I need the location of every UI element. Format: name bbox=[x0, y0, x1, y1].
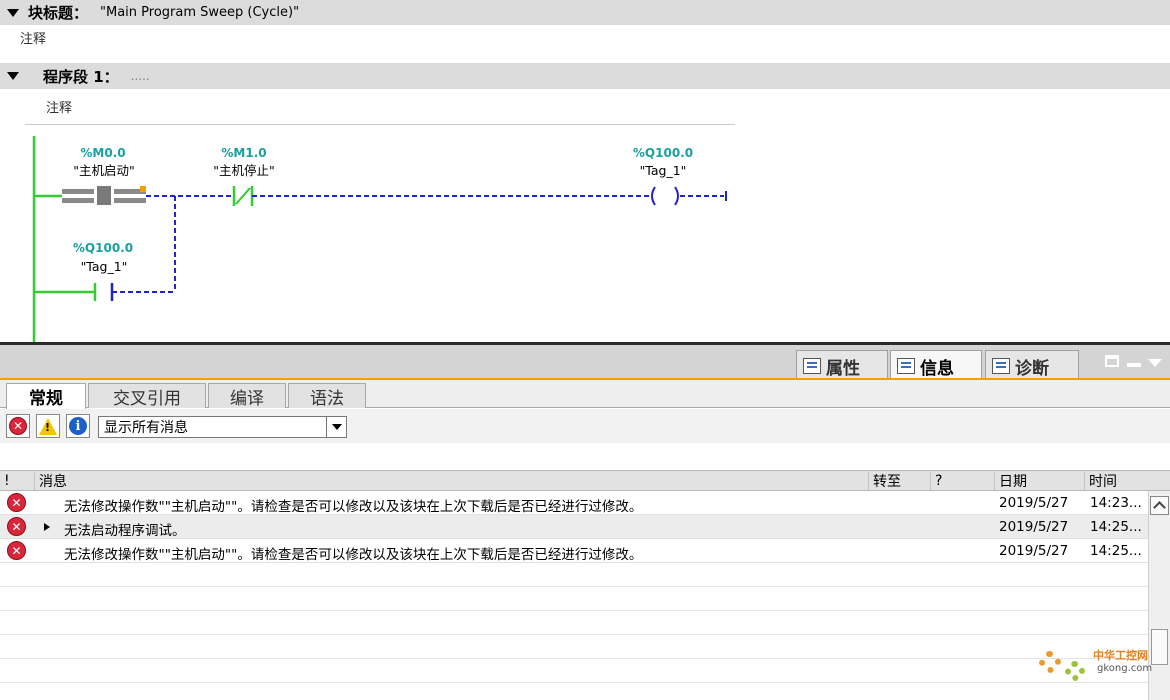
comment-divider bbox=[25, 124, 735, 125]
warning-icon: ! bbox=[39, 417, 57, 435]
column-time[interactable]: 时间 bbox=[1084, 472, 1148, 490]
message-date: 2019/5/27 bbox=[999, 519, 1069, 535]
error-icon: ✕ bbox=[7, 517, 26, 536]
block-comment[interactable]: 注释 bbox=[20, 28, 46, 47]
message-text: 无法启动程序调试。 bbox=[64, 523, 186, 539]
block-title-label: 块标题： bbox=[28, 4, 89, 22]
tab-syntax[interactable]: 语法 bbox=[288, 383, 366, 409]
tab-cross-reference[interactable]: 交叉引用 bbox=[88, 383, 206, 409]
inspector-window: 属性 信息 诊断 常规 交叉引用 编译 语法 ✕ ! i 显示所有消息 ! 消息… bbox=[0, 342, 1170, 700]
block-title-bar[interactable]: 块标题： "Main Program Sweep (Cycle)" bbox=[0, 0, 1170, 25]
empty-row bbox=[0, 563, 1148, 587]
gear-icon bbox=[1065, 661, 1085, 681]
collapse-triangle-icon[interactable] bbox=[7, 8, 19, 17]
network-comment[interactable]: 注释 bbox=[46, 97, 72, 116]
block-title-value[interactable]: "Main Program Sweep (Cycle)" bbox=[100, 5, 299, 20]
message-time: 14:25... bbox=[1090, 543, 1142, 559]
contact-address: %M1.0 bbox=[221, 146, 266, 160]
tab-diagnostics[interactable]: 诊断 bbox=[985, 350, 1079, 381]
contact-address: %M0.0 bbox=[80, 146, 125, 160]
contact-m0-0[interactable]: %M0.0 "主机启动" bbox=[62, 146, 146, 206]
tab-properties[interactable]: 属性 bbox=[796, 350, 888, 381]
table-row[interactable]: ✕ 无法启动程序调试。 2019/5/27 14:25... bbox=[0, 515, 1148, 539]
status-marker bbox=[140, 186, 146, 192]
message-filter-select[interactable]: 显示所有消息 bbox=[98, 416, 347, 438]
collapse-triangle-icon[interactable] bbox=[7, 72, 19, 80]
message-date: 2019/5/27 bbox=[999, 543, 1069, 559]
scroll-up-icon[interactable] bbox=[1150, 496, 1169, 515]
column-goto[interactable]: 转至 bbox=[868, 472, 930, 490]
coil-tag-name: "Tag_1" bbox=[640, 163, 687, 178]
tab-info[interactable]: 信息 bbox=[890, 350, 982, 381]
show-warnings-button[interactable]: ! bbox=[36, 414, 60, 438]
gear-icon bbox=[1039, 651, 1061, 673]
ladder-diagram: %M0.0 "主机启动" %M1.0 "主机停止" %Q100.0 "Tag_1… bbox=[32, 136, 727, 342]
contact-address: %Q100.0 bbox=[73, 241, 133, 255]
info-sub-tabs: 常规 交叉引用 编译 语法 bbox=[0, 380, 1170, 409]
chevron-down-icon[interactable] bbox=[326, 417, 346, 437]
network-title-value[interactable]: ..... bbox=[131, 69, 150, 83]
message-table: ! 消息 转至 ? 日期 时间 ✕ 无法修改操作数""主机启动""。请检查是否可… bbox=[0, 470, 1170, 700]
filter-toolbar: ✕ ! i 显示所有消息 bbox=[0, 409, 1170, 443]
message-time: 14:23... bbox=[1090, 495, 1142, 511]
chevron-down-icon[interactable] bbox=[1148, 359, 1162, 367]
show-info-button[interactable]: i bbox=[66, 414, 90, 438]
column-date[interactable]: 日期 bbox=[994, 472, 1084, 490]
inspector-header: 属性 信息 诊断 bbox=[0, 345, 1170, 381]
properties-icon bbox=[803, 358, 821, 374]
empty-row bbox=[0, 611, 1148, 635]
message-date: 2019/5/27 bbox=[999, 495, 1069, 511]
message-text: 无法修改操作数""主机启动""。请检查是否可以修改以及该块在上次下载后是否已经进… bbox=[64, 547, 643, 563]
table-header: ! 消息 转至 ? 日期 时间 bbox=[0, 470, 1170, 491]
network-label: 程序段 1： bbox=[43, 67, 119, 86]
error-icon: ✕ bbox=[7, 493, 26, 512]
info-icon bbox=[897, 358, 915, 374]
message-text: 无法修改操作数""主机启动""。请检查是否可以修改以及该块在上次下载后是否已经进… bbox=[64, 499, 643, 515]
show-errors-button[interactable]: ✕ bbox=[6, 414, 30, 438]
tab-compile[interactable]: 编译 bbox=[208, 383, 286, 409]
coil-address: %Q100.0 bbox=[633, 146, 693, 160]
empty-row bbox=[0, 635, 1148, 659]
contact-tag-name: "Tag_1" bbox=[81, 259, 128, 274]
network-title-bar[interactable]: 程序段 1： ..... bbox=[0, 63, 1170, 89]
error-icon: ✕ bbox=[9, 417, 27, 435]
table-row[interactable]: ✕ 无法修改操作数""主机启动""。请检查是否可以修改以及该块在上次下载后是否已… bbox=[0, 491, 1148, 515]
minimize-icon[interactable] bbox=[1127, 363, 1141, 367]
contact-tag-name: "主机停止" bbox=[213, 163, 275, 178]
restore-window-icon[interactable] bbox=[1105, 355, 1119, 367]
error-icon: ✕ bbox=[7, 541, 26, 560]
empty-row bbox=[0, 659, 1148, 683]
table-row[interactable]: ✕ 无法修改操作数""主机启动""。请检查是否可以修改以及该块在上次下载后是否已… bbox=[0, 539, 1148, 563]
program-editor: 块标题： "Main Program Sweep (Cycle)" 注释 程序段… bbox=[0, 0, 1170, 342]
expand-arrow-icon[interactable] bbox=[44, 523, 50, 531]
message-time: 14:25... bbox=[1090, 519, 1142, 535]
tab-general[interactable]: 常规 bbox=[6, 383, 86, 409]
column-severity[interactable]: ! bbox=[0, 472, 34, 490]
info-circle-icon: i bbox=[69, 417, 87, 435]
column-help[interactable]: ? bbox=[930, 472, 994, 490]
diagnostics-icon bbox=[992, 358, 1010, 374]
column-message[interactable]: 消息 bbox=[34, 472, 868, 490]
contact-tag-name: "主机启动" bbox=[73, 163, 135, 178]
empty-row bbox=[0, 587, 1148, 611]
watermark-logo: 中华工控网 gkong.com bbox=[1035, 645, 1160, 695]
